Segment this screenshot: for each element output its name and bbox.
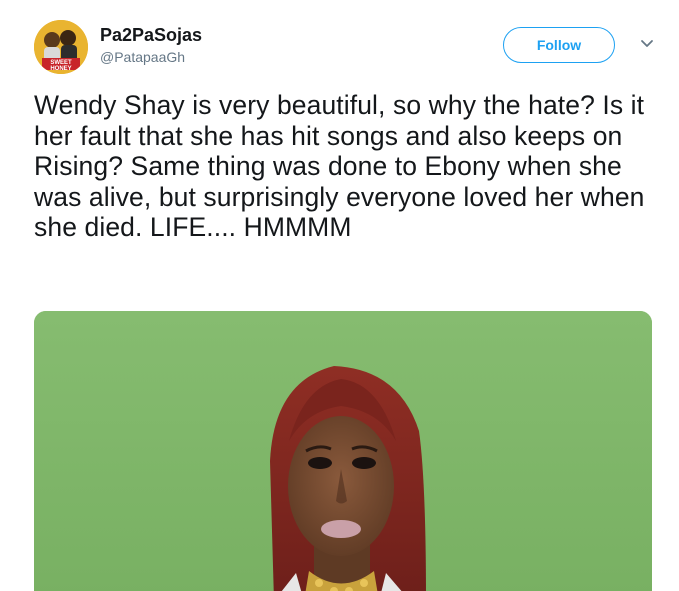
tweet-media-photo[interactable] <box>34 311 652 591</box>
author-block[interactable]: Pa2PaSojas @PatapaaGh <box>100 24 202 66</box>
user-handle[interactable]: @PatapaaGh <box>100 48 202 66</box>
chevron-down-icon[interactable] <box>639 36 655 52</box>
photo-image <box>34 311 652 591</box>
svg-text:HONEY: HONEY <box>50 66 71 72</box>
tweet-header: SWEET HONEY Pa2PaSojas @PatapaaGh Follow <box>34 20 655 80</box>
tweet-text: Wendy Shay is very beautiful, so why the… <box>34 90 645 242</box>
display-name[interactable]: Pa2PaSojas <box>100 24 202 46</box>
avatar[interactable]: SWEET HONEY <box>34 20 88 74</box>
tweet-card: SWEET HONEY Pa2PaSojas @PatapaaGh Follow… <box>0 0 679 591</box>
avatar-image: SWEET HONEY <box>34 20 88 74</box>
follow-button[interactable]: Follow <box>503 27 615 63</box>
